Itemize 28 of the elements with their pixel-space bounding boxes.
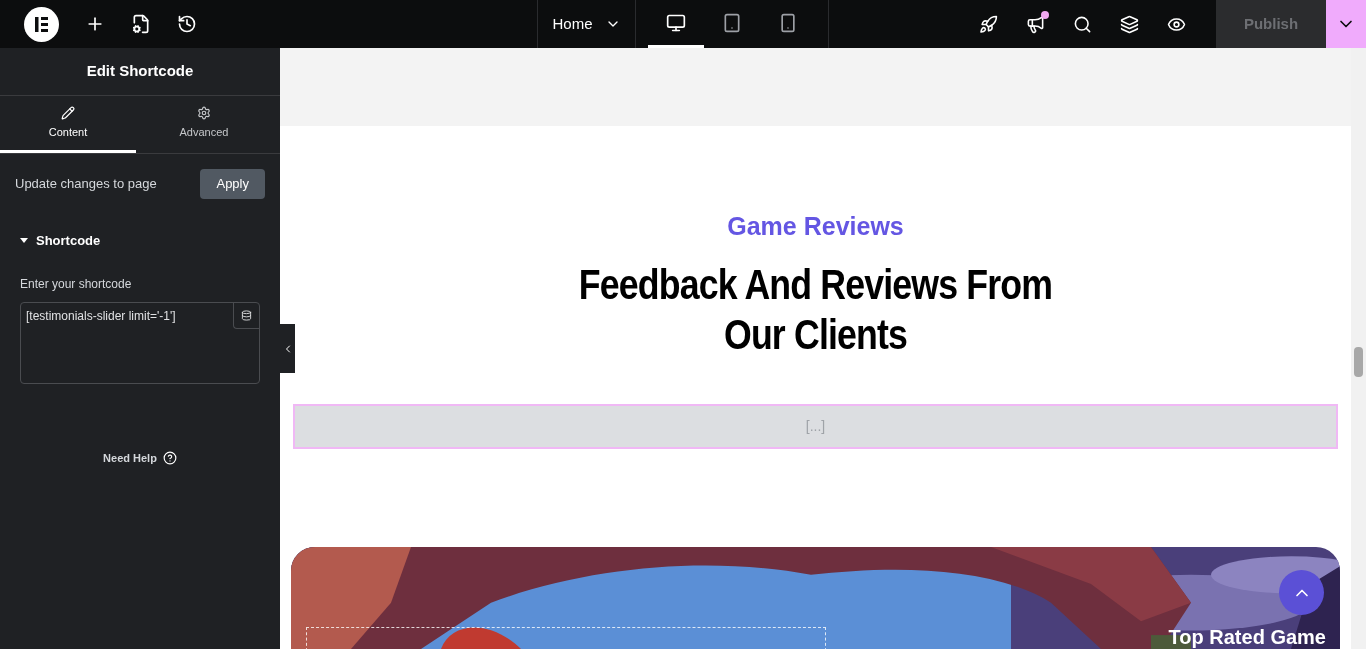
help-link[interactable]: Need Help	[103, 449, 157, 466]
section-heading: Feedback And Reviews From Our Clients	[577, 260, 1054, 360]
field-label: Enter your shortcode	[19, 275, 133, 293]
gear-icon	[197, 105, 211, 120]
search-icon[interactable]	[1073, 14, 1092, 34]
apply-button[interactable]: Apply	[200, 169, 265, 199]
hero-title: Top Rated Game	[1168, 625, 1326, 649]
tablet-icon	[722, 12, 742, 33]
help-icon[interactable]	[162, 450, 177, 465]
megaphone-icon[interactable]	[1026, 14, 1045, 34]
section-toggle[interactable]: Shortcode	[0, 231, 280, 251]
shortcode-field[interactable]: [testimonials-slider limit='-1']	[20, 301, 260, 384]
subtitle: Game Reviews	[726, 214, 905, 238]
update-text: Update changes to page	[15, 175, 157, 194]
logo-icon[interactable]	[24, 6, 59, 42]
panel-tab[interactable]: Content	[0, 96, 136, 153]
panel-tab[interactable]: Advanced	[136, 96, 272, 153]
mobile-icon	[778, 12, 798, 33]
layers-icon[interactable]	[1120, 14, 1139, 34]
database-icon	[241, 309, 252, 321]
scrollbar-thumb[interactable]	[1354, 347, 1363, 377]
rocket-icon[interactable]	[979, 14, 998, 34]
page-settings-icon[interactable]	[131, 14, 151, 34]
dynamic-tags-button[interactable]	[233, 302, 259, 329]
shortcode-preview: [...]	[293, 404, 1338, 449]
desktop-icon	[666, 12, 686, 33]
history-icon[interactable]	[177, 14, 197, 34]
pencil-icon	[61, 105, 75, 120]
